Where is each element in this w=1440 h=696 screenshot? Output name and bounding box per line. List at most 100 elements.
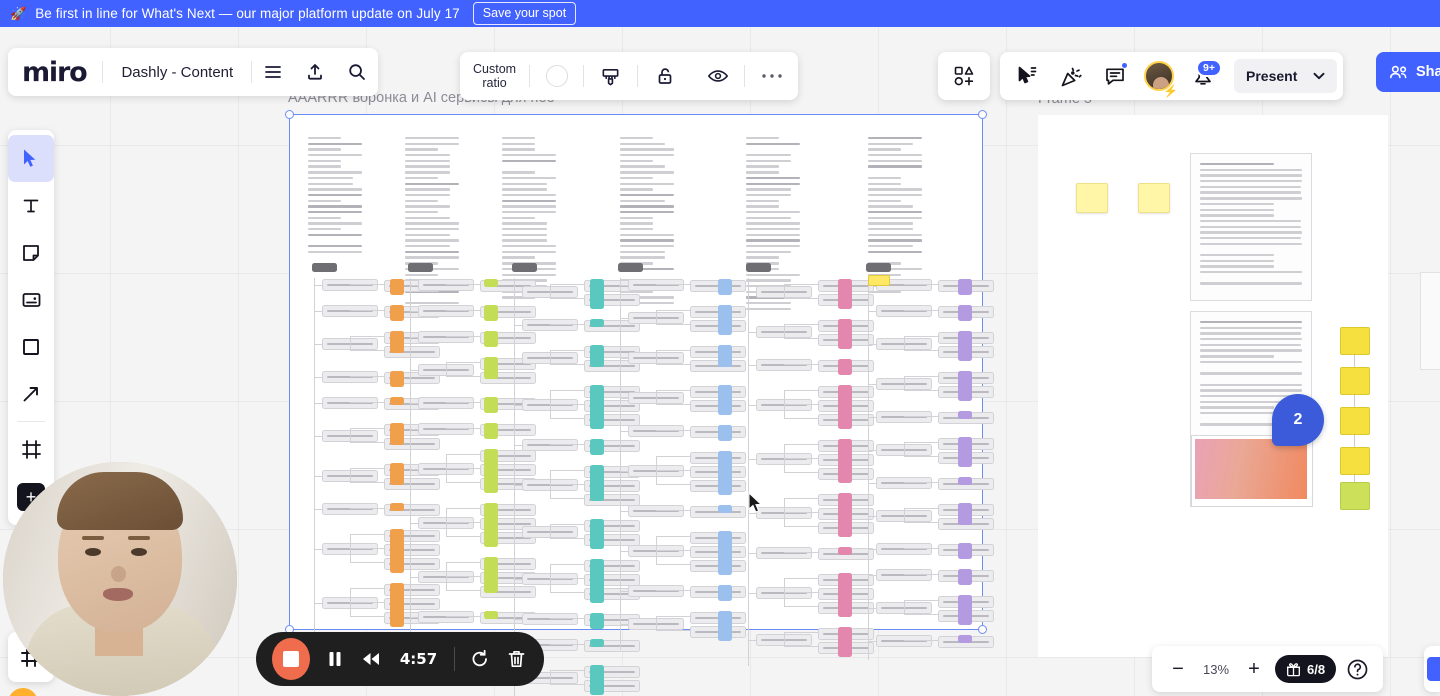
more-options-icon[interactable] — [745, 52, 798, 100]
tree-branch[interactable] — [302, 278, 440, 298]
tree-node[interactable] — [876, 569, 932, 581]
save-your-spot-button[interactable]: Save your spot — [472, 2, 577, 25]
sticky-note-tool[interactable] — [8, 229, 54, 276]
miro-logo[interactable]: miro — [8, 57, 102, 88]
resize-handle-top-right[interactable] — [978, 110, 987, 119]
tree-branch[interactable] — [608, 610, 746, 644]
tree-branch[interactable] — [856, 370, 994, 404]
pause-recording-button[interactable] — [323, 646, 346, 672]
tree-node[interactable] — [322, 503, 378, 515]
inline-sticky-note[interactable] — [868, 275, 890, 286]
tree-branch[interactable] — [302, 396, 440, 416]
gift-progress-badge[interactable]: 6/8 — [1275, 655, 1337, 683]
tree-branch[interactable] — [398, 396, 536, 416]
restart-recording-button[interactable] — [468, 646, 491, 672]
tree-node[interactable] — [322, 371, 378, 383]
tree-branch[interactable] — [608, 504, 746, 524]
sticky-note[interactable] — [1340, 407, 1370, 435]
tree-branch[interactable] — [502, 438, 640, 458]
zoom-in-button[interactable]: + — [1239, 654, 1269, 684]
tree-node[interactable] — [418, 423, 474, 435]
upload-icon[interactable] — [294, 48, 336, 96]
tree-node[interactable] — [876, 635, 932, 647]
tree-column[interactable] — [736, 263, 874, 666]
tree-node[interactable] — [322, 305, 378, 317]
tree-branch[interactable] — [608, 530, 746, 578]
shape-tool[interactable] — [8, 323, 54, 370]
board-title[interactable]: Dashly - Content — [103, 64, 251, 81]
tree-branch[interactable] — [502, 558, 640, 606]
tree-node[interactable] — [876, 543, 932, 555]
comment-icon[interactable] — [1094, 55, 1136, 97]
sticky-note[interactable] — [1076, 183, 1108, 213]
sticky-note[interactable] — [1340, 327, 1370, 355]
tree-branch[interactable] — [736, 546, 874, 566]
tree-branch[interactable] — [302, 582, 440, 630]
tree-branch[interactable] — [856, 476, 994, 496]
card-tool[interactable] — [8, 276, 54, 323]
rewind-button[interactable] — [359, 646, 382, 672]
tree-branch[interactable] — [398, 610, 536, 630]
tree-column[interactable] — [302, 263, 440, 676]
tree-branch[interactable] — [736, 384, 874, 432]
tree-node[interactable] — [876, 477, 932, 489]
tree-branch[interactable] — [302, 330, 440, 364]
cursor-share-icon[interactable] — [1006, 55, 1048, 97]
resize-handle-bottom-right[interactable] — [978, 625, 987, 634]
sticky-note[interactable] — [1340, 482, 1370, 510]
tree-branch[interactable] — [856, 542, 994, 562]
tree-branch[interactable] — [398, 448, 536, 496]
tree-branch[interactable] — [502, 278, 640, 312]
color-circle[interactable] — [530, 52, 583, 100]
eye-icon[interactable] — [691, 52, 744, 100]
tree-node[interactable] — [322, 397, 378, 409]
menu-icon[interactable] — [252, 48, 294, 96]
tree-branch[interactable] — [502, 384, 640, 432]
tree-branch[interactable] — [398, 422, 536, 442]
tree-branch[interactable] — [856, 594, 994, 628]
tree-node[interactable] — [628, 505, 684, 517]
tree-node[interactable] — [756, 359, 812, 371]
tree-branch[interactable] — [856, 436, 994, 470]
tree-branch[interactable] — [502, 318, 640, 338]
tree-branch[interactable] — [398, 556, 536, 604]
stop-recording-button[interactable] — [272, 638, 310, 680]
tree-node[interactable] — [418, 279, 474, 291]
right-panel-tab[interactable] — [1424, 646, 1440, 692]
selected-frame[interactable] — [285, 110, 994, 696]
tree-branch[interactable] — [608, 424, 746, 444]
share-button[interactable]: Share — [1376, 52, 1440, 92]
tree-branch[interactable] — [398, 304, 536, 324]
tree-branch[interactable] — [856, 502, 994, 536]
delete-recording-button[interactable] — [505, 646, 528, 672]
comment-badge[interactable]: 2 — [1272, 394, 1324, 446]
tree-node[interactable] — [522, 319, 578, 331]
tree-branch[interactable] — [608, 450, 746, 498]
tree-branch[interactable] — [736, 438, 874, 486]
zoom-out-button[interactable]: − — [1163, 654, 1193, 684]
custom-ratio-label[interactable]: Custom ratio — [460, 62, 529, 90]
tree-branch[interactable] — [302, 462, 440, 496]
present-button[interactable]: Present — [1234, 59, 1338, 93]
notifications-icon[interactable]: 9+ — [1182, 55, 1224, 97]
tree-branch[interactable] — [398, 278, 536, 298]
tree-branch[interactable] — [502, 518, 640, 552]
tree-branch[interactable] — [856, 330, 994, 364]
help-icon[interactable] — [1342, 654, 1372, 684]
tree-branch[interactable] — [398, 356, 536, 390]
tree-branch[interactable] — [398, 330, 536, 350]
tree-branch[interactable] — [398, 502, 536, 550]
tree-branch[interactable] — [736, 278, 874, 312]
tree-branch[interactable] — [608, 384, 746, 418]
tree-branch[interactable] — [736, 626, 874, 660]
webcam-bubble[interactable] — [3, 462, 237, 696]
brush-icon[interactable] — [584, 52, 637, 100]
tree-branch[interactable] — [302, 422, 440, 456]
tree-branch[interactable] — [302, 370, 440, 390]
tree-branch[interactable] — [302, 528, 440, 576]
lock-open-icon[interactable] — [638, 52, 691, 100]
zoom-level[interactable]: 13% — [1199, 662, 1233, 677]
tree-branch[interactable] — [856, 304, 994, 324]
arrow-tool[interactable] — [8, 370, 54, 417]
side-frame[interactable] — [1038, 115, 1388, 657]
